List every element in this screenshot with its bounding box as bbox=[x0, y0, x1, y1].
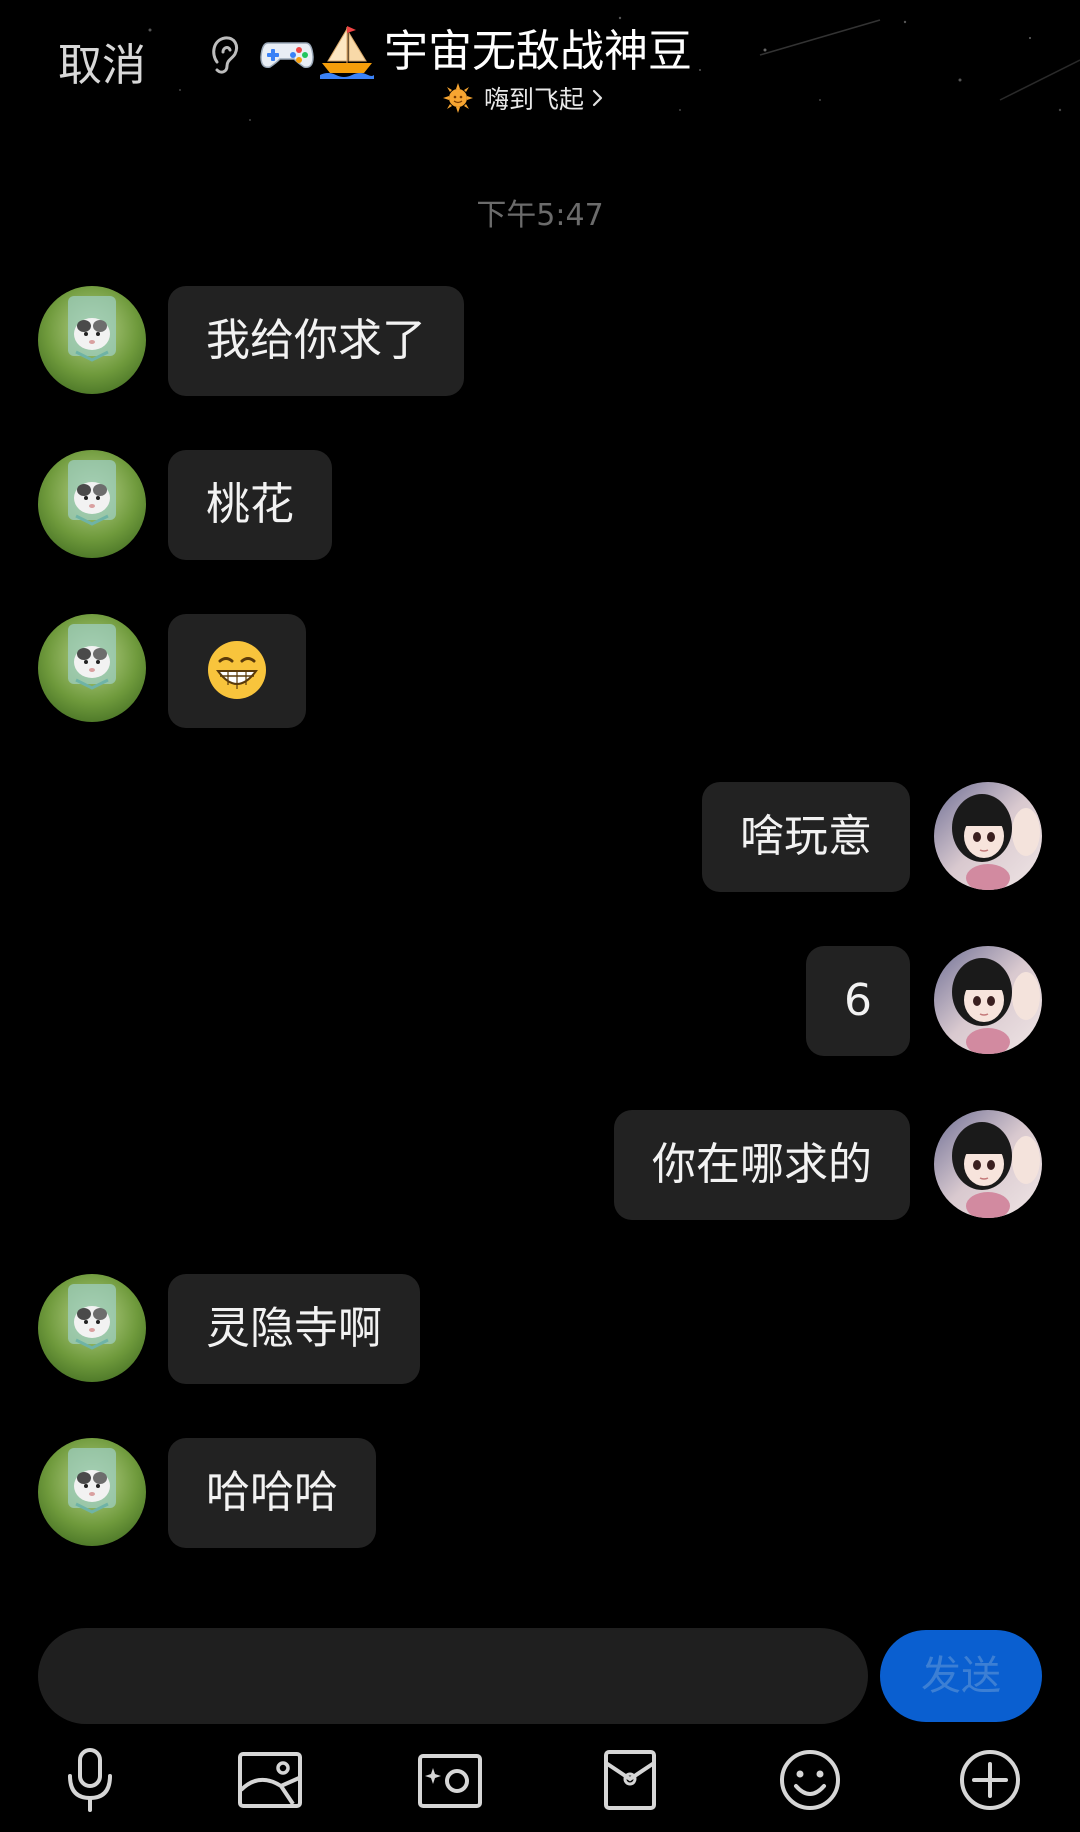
message-bubble[interactable]: 啥玩意 bbox=[702, 782, 910, 892]
contact-avatar[interactable] bbox=[38, 286, 146, 394]
send-button[interactable]: 发送 bbox=[880, 1630, 1042, 1722]
cancel-button[interactable]: 取消 bbox=[58, 38, 146, 94]
gallery-button[interactable] bbox=[230, 1740, 310, 1820]
gamepad-emoji bbox=[260, 42, 314, 69]
plus-icon bbox=[960, 1750, 1020, 1810]
camera-icon bbox=[418, 1754, 482, 1808]
sailboat-emoji bbox=[320, 26, 374, 79]
contact-avatar[interactable] bbox=[38, 1274, 146, 1382]
sun-icon bbox=[443, 83, 473, 113]
red-packet-icon bbox=[604, 1750, 656, 1810]
red-packet-button[interactable] bbox=[590, 1740, 670, 1820]
message-bubble[interactable]: 灵隐寺啊 bbox=[168, 1274, 420, 1384]
status-text: 嗨到飞起 bbox=[484, 85, 585, 114]
more-button[interactable] bbox=[950, 1740, 1030, 1820]
chat-title[interactable]: 宇宙无敌战神豆 bbox=[258, 20, 692, 84]
image-icon bbox=[238, 1752, 302, 1808]
chat-title-text: 宇宙无敌战神豆 bbox=[384, 26, 692, 77]
self-avatar[interactable] bbox=[934, 782, 1042, 890]
chevron-right-icon bbox=[592, 89, 603, 107]
message-bubble[interactable]: 6 bbox=[806, 946, 910, 1056]
message-bubble[interactable] bbox=[168, 614, 306, 728]
message-input[interactable] bbox=[38, 1628, 868, 1724]
input-toolbar bbox=[0, 1740, 1080, 1820]
self-avatar[interactable] bbox=[934, 1110, 1042, 1218]
message-timestamp: 下午5:47 bbox=[476, 198, 604, 233]
message-bubble[interactable]: 桃花 bbox=[168, 450, 332, 560]
microphone-icon bbox=[68, 1748, 112, 1812]
camera-button[interactable] bbox=[410, 1740, 490, 1820]
message-bubble[interactable]: 你在哪求的 bbox=[614, 1110, 910, 1220]
emoji-button[interactable] bbox=[770, 1740, 850, 1820]
grinning-face-emoji bbox=[208, 641, 266, 699]
message-bubble[interactable]: 我给你求了 bbox=[168, 286, 464, 396]
chat-header: 取消 宇宙无敌战神豆 嗨到飞起 bbox=[0, 0, 1080, 140]
contact-avatar[interactable] bbox=[38, 614, 146, 722]
self-avatar[interactable] bbox=[934, 946, 1042, 1054]
status-line[interactable]: 嗨到飞起 bbox=[442, 78, 606, 118]
ear-icon bbox=[212, 36, 239, 74]
voice-button[interactable] bbox=[50, 1740, 130, 1820]
contact-avatar[interactable] bbox=[38, 450, 146, 558]
message-bubble[interactable]: 哈哈哈 bbox=[168, 1438, 376, 1548]
emoji-icon bbox=[780, 1750, 840, 1810]
contact-avatar[interactable] bbox=[38, 1438, 146, 1546]
